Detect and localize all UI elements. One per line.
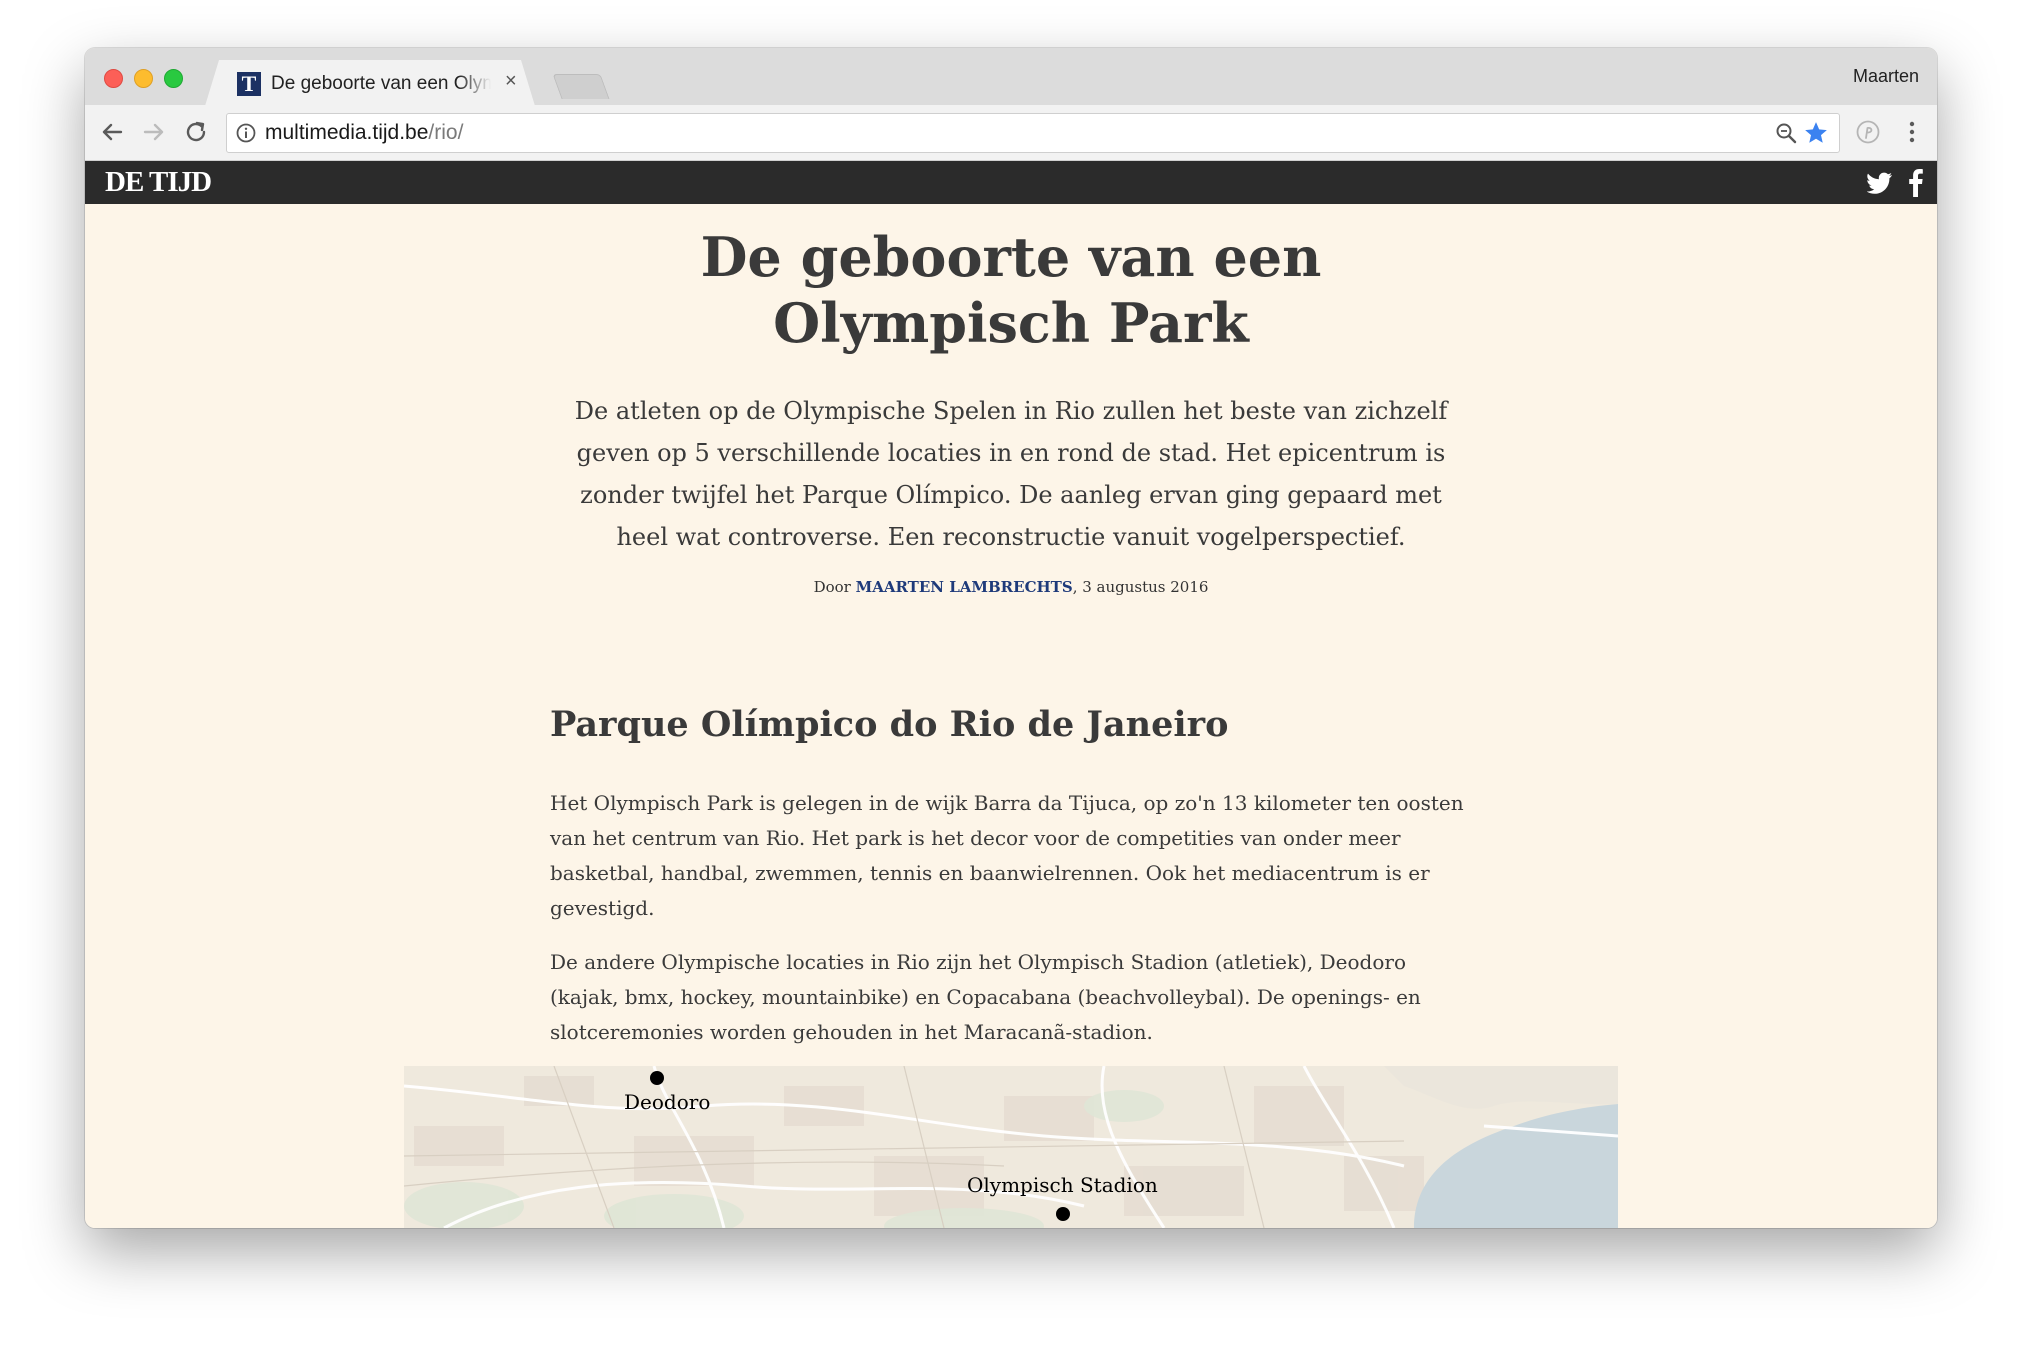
paragraph-1: Het Olympisch Park is gelegen in de wijk… <box>550 791 1464 920</box>
map-label-deodoro: Deodoro <box>624 1090 711 1114</box>
author-link[interactable]: MAARTEN LAMBRECHTS <box>856 578 1073 596</box>
url-text[interactable]: multimedia.tijd.be/rio/ <box>265 121 463 145</box>
byline-date: , 3 augustus 2016 <box>1072 578 1209 596</box>
facebook-icon[interactable] <box>1909 169 1923 197</box>
info-icon[interactable] <box>235 122 257 144</box>
pinterest-extension-icon[interactable] <box>1855 119 1881 145</box>
forward-arrow-icon[interactable] <box>139 117 169 147</box>
venue-map[interactable]: Deodoro Olympisch Stadion <box>404 1066 1618 1228</box>
reload-icon[interactable] <box>181 117 211 147</box>
window-maximize-button[interactable] <box>164 69 183 88</box>
map-tiles <box>404 1066 1618 1228</box>
bookmark-star-icon[interactable] <box>1803 120 1829 146</box>
site-logo[interactable]: DE TIJD <box>105 166 212 199</box>
article-intro: De atleten op de Olympische Spelen in Ri… <box>574 397 1448 551</box>
tab-close-icon[interactable]: × <box>505 70 517 93</box>
window-minimize-button[interactable] <box>134 69 153 88</box>
map-marker-olympisch-stadion[interactable] <box>1056 1207 1070 1221</box>
map-marker-deodoro[interactable] <box>650 1071 664 1085</box>
url-host: multimedia.tijd.be <box>265 121 429 144</box>
page-title: De geboorte van een Olympisch Park <box>700 225 1322 355</box>
byline: Door MAARTEN LAMBRECHTS, 3 augustus 2016 <box>85 578 1937 596</box>
profile-name[interactable]: Maarten <box>1853 66 1919 87</box>
browser-toolbar: multimedia.tijd.be/rio/ <box>85 105 1937 161</box>
favicon-icon: T <box>237 72 261 96</box>
menu-kebab-icon[interactable] <box>1907 119 1917 145</box>
browser-tab[interactable]: T De geboorte van een Olympisch Park × <box>205 60 535 106</box>
byline-prefix: Door <box>813 578 856 596</box>
url-path: /rio/ <box>428 121 464 144</box>
zoom-icon[interactable] <box>1775 122 1797 144</box>
browser-window: T De geboorte van een Olympisch Park × M… <box>85 48 1937 1228</box>
article: De geboorte van een Olympisch Park De at… <box>85 204 1937 1228</box>
back-arrow-icon[interactable] <box>97 117 127 147</box>
site-header: DE TIJD <box>85 161 1937 204</box>
map-label-olympisch-stadion: Olympisch Stadion <box>967 1173 1158 1197</box>
tab-title: De geboorte van een Olympisch Park <box>271 73 491 94</box>
new-tab-button[interactable] <box>552 74 610 99</box>
twitter-icon[interactable] <box>1867 171 1893 195</box>
window-close-button[interactable] <box>104 69 123 88</box>
section-title: Parque Olímpico do Rio de Janeiro <box>550 704 1229 745</box>
paragraph-2: De andere Olympische locaties in Rio zij… <box>550 950 1421 1044</box>
tab-bar: T De geboorte van een Olympisch Park × M… <box>85 48 1937 106</box>
address-bar[interactable]: multimedia.tijd.be/rio/ <box>226 113 1840 153</box>
